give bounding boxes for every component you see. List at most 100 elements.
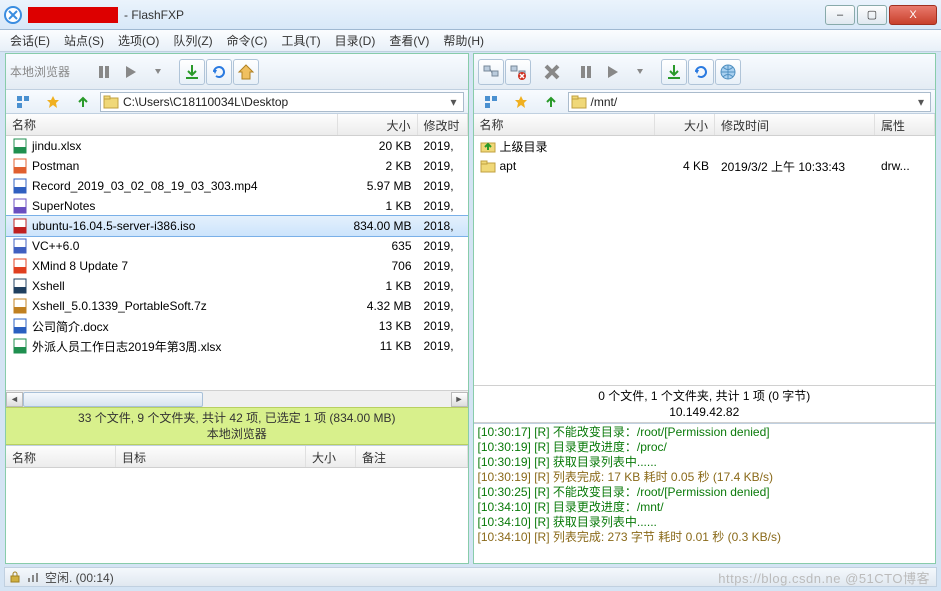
col-name[interactable]: 名称 (6, 114, 338, 135)
file-icon (12, 178, 28, 194)
col-size-r[interactable]: 大小 (655, 114, 715, 135)
local-file-list[interactable]: jindu.xlsx20 KB2019,Postman2 KB2019,Reco… (6, 136, 468, 390)
file-row[interactable]: apt4 KB2019/3/2 上午 10:33:43drw... (474, 156, 936, 176)
menu-item[interactable]: 帮助(H) (437, 30, 490, 51)
log-line: [10:30:17] [R] 不能改变目录：/root/[Permission … (478, 425, 932, 440)
file-name: apt (500, 159, 517, 173)
queue-col-name[interactable]: 名称 (6, 446, 116, 467)
file-attr (875, 145, 935, 147)
connect-button[interactable] (478, 59, 504, 85)
file-row[interactable]: Record_2019_03_02_08_19_03_303.mp4 5.97 M… (6, 176, 468, 196)
minimize-button[interactable]: – (825, 5, 855, 25)
file-row[interactable]: Xshell1 KB2019, (6, 276, 468, 296)
status-bar: 空闲. (00:14) https://blog.csdn.ne @51CTO博… (4, 567, 937, 587)
file-row[interactable]: jindu.xlsx20 KB2019, (6, 136, 468, 156)
file-icon (12, 158, 28, 174)
globe-button[interactable] (715, 59, 741, 85)
local-queue: 名称 目标 大小 备注 (6, 445, 468, 563)
col-date-r[interactable]: 修改时间 (715, 114, 875, 135)
menu-item[interactable]: 站点(S) (58, 30, 110, 51)
file-size: 4 KB (655, 158, 715, 174)
file-row[interactable]: XMind 8 Update 77062019, (6, 256, 468, 276)
menu-item[interactable]: 选项(O) (112, 30, 165, 51)
favorite-icon-r[interactable] (508, 89, 534, 115)
file-size: 635 (338, 238, 418, 254)
transfer-button[interactable] (179, 59, 205, 85)
remote-path-input[interactable]: /mnt/ ▾ (568, 92, 932, 112)
file-name: XMind 8 Update 7 (32, 259, 128, 273)
scroll-right-icon[interactable]: ► (451, 392, 468, 407)
remote-log[interactable]: [10:30:17] [R] 不能改变目录：/root/[Permission … (474, 423, 936, 563)
menu-item[interactable]: 命令(C) (221, 30, 274, 51)
play-dropdown-r-icon[interactable] (627, 59, 653, 85)
close-button[interactable]: X (889, 5, 937, 25)
file-icon (12, 338, 28, 354)
refresh-button-r[interactable] (688, 59, 714, 85)
file-row[interactable]: Postman2 KB2019, (6, 156, 468, 176)
menu-bar: 会话(E)站点(S)选项(O)队列(Z)命令(C)工具(T)目录(D)查看(V)… (0, 30, 941, 52)
play-button[interactable] (118, 59, 144, 85)
file-date: 2019, (418, 258, 468, 274)
file-row[interactable]: SuperNotes1 KB2019, (6, 196, 468, 216)
file-row[interactable]: 公司简介.docx13 KB2019, (6, 316, 468, 336)
col-size[interactable]: 大小 (338, 114, 418, 135)
local-path-input[interactable]: C:\Users\C18110034L\Desktop ▾ (100, 92, 464, 112)
file-size: 5.97 MB (338, 178, 418, 194)
menu-item[interactable]: 目录(D) (329, 30, 382, 51)
file-name: ubuntu-16.04.5-server-i386.iso (32, 219, 195, 233)
log-line: [10:34:10] [R] 目录更改进度：/mnt/ (478, 500, 932, 515)
tree-icon-r[interactable] (478, 89, 504, 115)
menu-item[interactable]: 工具(T) (275, 30, 326, 51)
queue-col-size[interactable]: 大小 (306, 446, 356, 467)
queue-col-remark[interactable]: 备注 (356, 446, 468, 467)
file-icon (480, 138, 496, 154)
transfer-button-r[interactable] (661, 59, 687, 85)
file-name: Xshell (32, 279, 65, 293)
file-size: 1 KB (338, 198, 418, 214)
file-icon (12, 278, 28, 294)
chevron-down-icon[interactable]: ▾ (914, 95, 928, 109)
favorite-icon[interactable] (40, 89, 66, 115)
remote-file-list[interactable]: 上级目录apt4 KB2019/3/2 上午 10:33:43drw... (474, 136, 936, 385)
queue-body[interactable] (6, 468, 468, 563)
tree-icon[interactable] (10, 89, 36, 115)
up-dir-icon[interactable] (70, 89, 96, 115)
pause-button-r[interactable] (573, 59, 599, 85)
file-size: 2 KB (338, 158, 418, 174)
local-hscroll[interactable]: ◄ ► (6, 390, 468, 407)
file-row[interactable]: Xshell_5.0.1339_PortableSoft.7z4.32 MB20… (6, 296, 468, 316)
menu-item[interactable]: 查看(V) (383, 30, 435, 51)
scroll-thumb[interactable] (23, 392, 203, 407)
refresh-button[interactable] (206, 59, 232, 85)
file-row[interactable]: 上级目录 (474, 136, 936, 156)
maximize-button[interactable]: ▢ (857, 5, 887, 25)
local-status-strip: 33 个文件, 9 个文件夹, 共计 42 项, 已选定 1 项 (834.00… (6, 407, 468, 445)
file-size: 20 KB (338, 138, 418, 154)
up-dir-icon-r[interactable] (538, 89, 564, 115)
abort-button[interactable] (539, 59, 565, 85)
file-row[interactable]: 外派人员工作日志2019年第3周.xlsx11 KB2019, (6, 336, 468, 356)
home-button[interactable] (233, 59, 259, 85)
file-size: 11 KB (338, 338, 418, 354)
scroll-left-icon[interactable]: ◄ (6, 392, 23, 407)
col-date[interactable]: 修改时 (418, 114, 468, 135)
queue-col-target[interactable]: 目标 (116, 446, 306, 467)
play-button-r[interactable] (600, 59, 626, 85)
file-size: 834.00 MB (338, 218, 418, 234)
menu-item[interactable]: 会话(E) (4, 30, 56, 51)
col-name-r[interactable]: 名称 (474, 114, 656, 135)
file-icon (12, 298, 28, 314)
file-name: Record_2019_03_02_08_19_03_303.mp4 (32, 179, 258, 193)
file-row[interactable]: VC++6.06352019, (6, 236, 468, 256)
chevron-down-icon[interactable]: ▾ (447, 95, 461, 109)
title-bar: - FlashFXP – ▢ X (0, 0, 941, 30)
disconnect-button[interactable] (505, 59, 531, 85)
folder-icon (103, 94, 119, 110)
col-attr-r[interactable]: 属性 (875, 114, 935, 135)
file-row[interactable]: ubuntu-16.04.5-server-i386.iso834.00 MB2… (6, 216, 468, 236)
file-icon (12, 218, 28, 234)
menu-item[interactable]: 队列(Z) (167, 30, 218, 51)
pause-button[interactable] (91, 59, 117, 85)
play-dropdown-icon[interactable] (145, 59, 171, 85)
file-attr: drw... (875, 158, 935, 174)
